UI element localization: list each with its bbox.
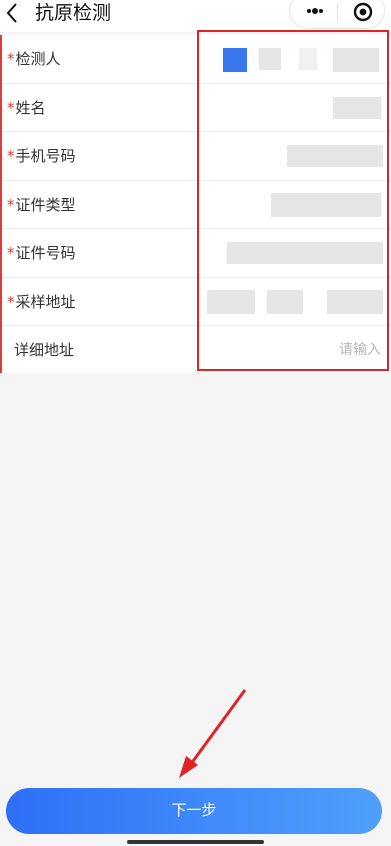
- redacted-block: [259, 48, 281, 70]
- field-label: *采样地址: [7, 292, 76, 311]
- field-label: 详细地址: [14, 341, 75, 359]
- next-step-button[interactable]: 下一步: [6, 788, 382, 834]
- id-type-value[interactable]: [271, 181, 383, 229]
- nav-bar: 抗原检测: [0, 0, 391, 32]
- sampling-address-value[interactable]: [207, 278, 383, 326]
- field-label: *检测人: [7, 50, 61, 68]
- redacted-block: [327, 289, 383, 314]
- required-mark: *: [7, 50, 15, 68]
- more-dots-icon[interactable]: [306, 5, 324, 17]
- capsule-divider: [337, 3, 338, 21]
- required-mark: *: [7, 98, 15, 117]
- id-number-value[interactable]: [227, 229, 383, 277]
- field-label: *证件类型: [7, 195, 76, 214]
- phone-value[interactable]: [287, 132, 383, 180]
- redacted-block: [271, 192, 381, 217]
- page-title: 抗原检测: [35, 2, 112, 24]
- required-mark: *: [7, 147, 15, 165]
- chevron-left-icon[interactable]: [2, 0, 24, 28]
- field-sampling-address[interactable]: *采样地址: [2, 278, 391, 326]
- field-phone[interactable]: *手机号码: [2, 132, 391, 181]
- field-detail-address[interactable]: 详细地址 请输入: [2, 326, 391, 375]
- antigen-test-form: *检测人 *姓名 *手机号码 *证件类型 *证件号码 *采样地址 详细地址 请输…: [0, 35, 391, 373]
- required-mark: *: [7, 195, 15, 214]
- redacted-block: [267, 289, 303, 314]
- redacted-block: [299, 48, 317, 70]
- field-name[interactable]: *姓名: [2, 84, 391, 132]
- redacted-block: [333, 96, 381, 119]
- required-mark: *: [7, 244, 15, 262]
- detail-address-input[interactable]: 请输入: [339, 326, 381, 374]
- field-id-type[interactable]: *证件类型: [2, 181, 391, 229]
- field-id-number[interactable]: *证件号码: [2, 229, 391, 278]
- name-value[interactable]: [333, 84, 383, 132]
- field-label: *证件号码: [7, 244, 76, 262]
- field-label: *手机号码: [7, 147, 76, 165]
- required-mark: *: [7, 292, 15, 311]
- field-tester[interactable]: *检测人: [2, 35, 391, 84]
- redacted-block: [287, 145, 383, 167]
- tester-value[interactable]: [223, 35, 383, 83]
- mini-program-capsule: [289, 0, 385, 29]
- home-indicator: [127, 840, 264, 844]
- redacted-block: [333, 48, 379, 72]
- redacted-block: [207, 289, 255, 314]
- redacted-block: [227, 242, 383, 264]
- field-label: *姓名: [7, 98, 46, 117]
- target-icon[interactable]: [353, 2, 373, 22]
- redacted-block: [223, 48, 247, 72]
